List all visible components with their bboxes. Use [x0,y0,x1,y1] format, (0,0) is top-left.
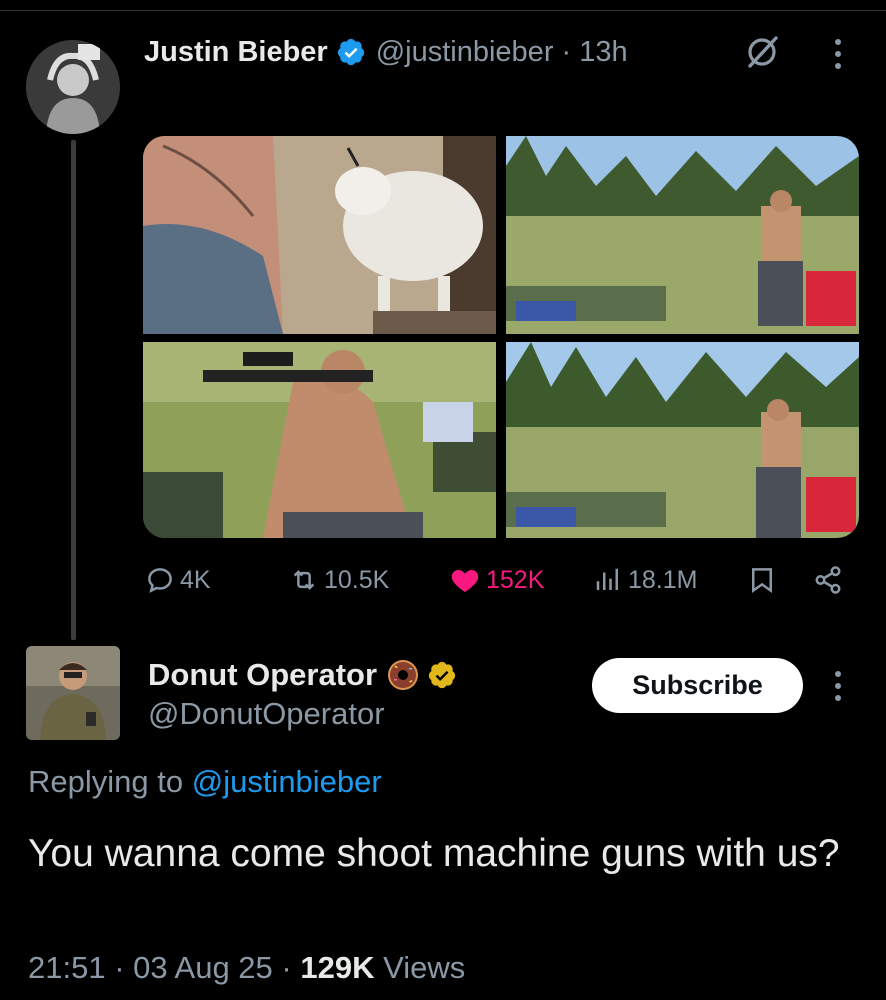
more-icon[interactable] [828,36,848,72]
tweet-time[interactable]: 13h [579,36,627,69]
reply-count: 4K [180,565,211,594]
like-button[interactable]: 152K [449,558,544,602]
photo-goat-mount[interactable] [143,136,496,334]
donut-icon [388,660,419,690]
reply-views-count: 129K [300,950,375,985]
reply-time[interactable]: 21:51 [28,950,106,985]
like-count: 152K [486,565,545,594]
views-icon [596,568,618,590]
reply-meta: 21:51 · 03 Aug 25 · 129K Views [28,950,465,986]
replying-to-link[interactable]: @justinbieber [192,764,382,799]
retweet-count: 10.5K [324,565,390,594]
tweet-header: Justin Bieber @justinbieber · 13h [144,30,628,74]
meta-separator-2: · [281,950,292,985]
replying-prefix: Replying to [28,764,184,799]
reply-icon [148,568,172,593]
photo-shooting-range-1[interactable] [506,136,859,334]
verified-badge-icon [337,38,364,66]
thread-line [71,140,76,640]
reply-author-handle[interactable]: @DonutOperator [148,696,385,732]
reply-button[interactable]: 4K [145,558,211,602]
share-icon [815,566,841,594]
justin-bieber-avatar[interactable] [26,40,120,134]
reply-views-label: Views [383,950,466,985]
photo-shooting-range-2[interactable] [506,342,859,538]
share-button[interactable] [813,558,848,602]
donut-operator-avatar[interactable] [26,646,120,740]
grok-icon[interactable] [742,32,782,72]
author-name[interactable]: Justin Bieber [144,36,328,69]
tweet-actions: 4K 10.5K 152K 18.1M [143,558,859,602]
like-icon [451,570,479,592]
top-divider [0,10,886,11]
retweet-icon [293,570,315,590]
photo-rifle-aim[interactable] [143,342,496,538]
views-button[interactable]: 18.1M [593,558,697,602]
bookmark-button[interactable] [747,558,782,602]
meta-separator-1: · [114,950,125,985]
views-count: 18.1M [628,565,698,594]
media-grid [143,136,859,538]
retweet-button[interactable]: 10.5K [289,558,389,602]
bookmark-icon [752,568,772,594]
replying-to: Replying to @justinbieber [28,764,382,800]
reply-date[interactable]: 03 Aug 25 [133,950,273,985]
subscribe-button[interactable]: Subscribe [592,658,803,713]
header-separator: · [561,35,572,68]
author-handle[interactable]: @justinbieber [376,36,554,69]
verified-gold-badge-icon [428,661,456,689]
reply-more-icon[interactable] [828,668,848,704]
reply-author-row: Donut Operator [148,654,457,696]
reply-text: You wanna come shoot machine guns with u… [28,832,840,875]
reply-author-name[interactable]: Donut Operator [148,657,377,693]
